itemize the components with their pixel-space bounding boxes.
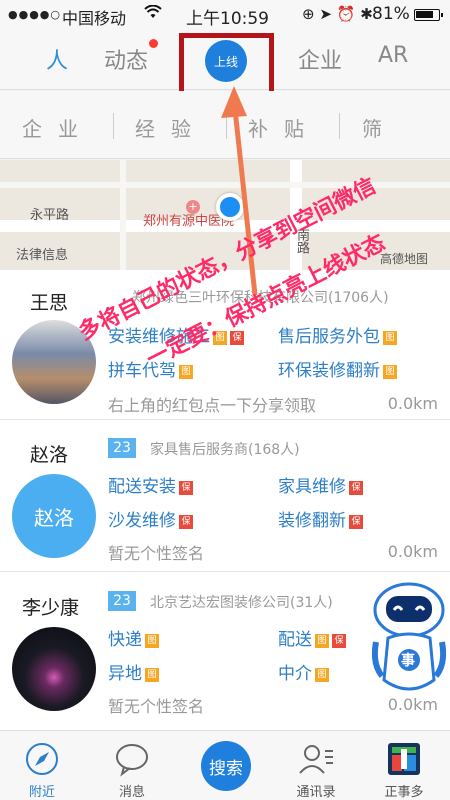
image-tag-icon: 图	[145, 634, 159, 648]
filter-screen[interactable]: 筛	[362, 113, 398, 142]
nav-messages[interactable]: 消息	[92, 731, 172, 800]
image-tag-icon: 图	[179, 365, 193, 379]
service-item[interactable]: 售后服务外包图	[278, 322, 397, 347]
contact-name: 李少康	[22, 597, 80, 619]
status-icons: ⊕ ➤ ⏰ ✱	[302, 5, 373, 23]
filter-bar: 企业 经验 补贴 筛	[0, 91, 450, 159]
robot-assistant-icon[interactable]: 事	[371, 580, 447, 700]
bottom-nav: 附近 消息 搜索 通讯录 正事多	[0, 730, 450, 800]
battery-percent: 81%	[372, 4, 410, 24]
battery-icon	[414, 9, 443, 21]
carrier-name: 中国移动	[62, 9, 127, 28]
filter-enterprise[interactable]: 企业	[22, 113, 94, 142]
company-name: 北京艺达宏图装修公司(31人)	[150, 595, 333, 611]
tab-people[interactable]: 人	[46, 43, 68, 75]
alarm-icon: ⏰	[336, 5, 356, 23]
image-tag-icon: 图	[315, 634, 329, 648]
filter-subsidy[interactable]: 补贴	[248, 113, 320, 142]
image-tag-icon: 图	[315, 668, 329, 682]
status-bar: ●●●●○ 中国移动 上午10:59 ⊕ ➤ ⏰ ✱ 81%	[0, 0, 450, 30]
insured-tag-icon: 保	[179, 481, 193, 495]
filter-divider	[113, 113, 114, 139]
insured-tag-icon: 保	[179, 515, 193, 529]
filter-experience[interactable]: 经验	[135, 113, 207, 142]
contact-name: 王思	[30, 292, 69, 314]
signature-text: 暂无个性签名	[108, 697, 205, 716]
service-item[interactable]: 快递图	[108, 625, 159, 650]
image-tag-icon: 图	[383, 365, 397, 379]
nav-nearby[interactable]: 附近	[2, 731, 82, 800]
distance-text: 0.0km	[387, 394, 438, 413]
lock-rotation-icon: ⊕	[302, 5, 315, 23]
go-online-button[interactable]: 上线	[205, 40, 247, 82]
image-tag-icon: 图	[145, 668, 159, 682]
signature-text: 暂无个性签名	[108, 544, 205, 563]
search-button[interactable]: 搜索	[201, 741, 251, 791]
service-item[interactable]: 中介图	[278, 659, 329, 684]
service-item[interactable]: 家具维修保	[278, 472, 363, 497]
nav-label: 消息	[118, 785, 145, 800]
distance-text: 0.0km	[387, 542, 438, 561]
location-arrow-icon: ➤	[319, 5, 332, 23]
tab-feed[interactable]: 动态	[104, 43, 148, 75]
image-tag-icon: 图	[383, 331, 397, 345]
current-location-pin	[216, 193, 244, 221]
list-item[interactable]: 赵洛 赵洛 23 家具售后服务商(168人) 配送安装保 家具维修保 沙发维修保…	[0, 422, 450, 572]
member-count-badge: 23	[108, 591, 136, 611]
contact-name: 赵洛	[30, 444, 69, 466]
service-item[interactable]: 环保装修翻新图	[278, 356, 397, 381]
wifi-icon	[144, 4, 162, 23]
insured-tag-icon: 保	[349, 481, 363, 495]
company-name: 家具售后服务商(168人)	[150, 442, 300, 458]
service-item[interactable]: 装修翻新保	[278, 506, 363, 531]
nav-label: 附近	[28, 785, 55, 800]
insured-tag-icon: 保	[349, 515, 363, 529]
service-item[interactable]: 异地图	[108, 659, 159, 684]
insured-tag-icon: 保	[332, 634, 346, 648]
bluetooth-icon: ✱	[360, 5, 373, 23]
nav-zhengshiduo[interactable]: 正事多	[364, 731, 444, 800]
nav-contacts[interactable]: 通讯录	[276, 731, 356, 800]
avatar[interactable]	[12, 627, 96, 711]
battery-fill	[416, 11, 433, 18]
tab-ar[interactable]: AR	[378, 43, 408, 68]
map-poi-label: 法律信息	[16, 248, 69, 263]
list-item[interactable]: 王思 郑州绿色三叶环保科技有限公司(1706人) 安装维修施工图保 售后服务外包…	[0, 270, 450, 420]
signal-strength-icon: ●●●●○	[8, 8, 61, 21]
app-logo-icon	[388, 743, 420, 775]
map-street-label: 永平路	[30, 208, 70, 223]
tab-enterprise[interactable]: 企业	[298, 43, 342, 75]
compass-icon	[26, 743, 58, 775]
nav-label: 通讯录	[296, 785, 336, 800]
robot-label: 事	[401, 653, 415, 669]
service-item[interactable]: 配送图保	[278, 625, 346, 650]
signature-text: 右上角的红包点一下分享领取	[108, 396, 317, 415]
avatar[interactable]: 赵洛	[12, 474, 96, 558]
service-item[interactable]: 配送安装保	[108, 472, 193, 497]
notification-dot	[149, 39, 158, 48]
chat-bubble-icon	[116, 744, 148, 777]
filter-divider	[226, 113, 227, 139]
clock: 上午10:59	[186, 9, 269, 29]
member-count-badge: 23	[108, 438, 136, 458]
service-item[interactable]: 沙发维修保	[108, 506, 193, 531]
contacts-icon	[299, 745, 333, 774]
filter-divider	[339, 113, 340, 139]
nav-label: 正事多	[384, 785, 424, 800]
